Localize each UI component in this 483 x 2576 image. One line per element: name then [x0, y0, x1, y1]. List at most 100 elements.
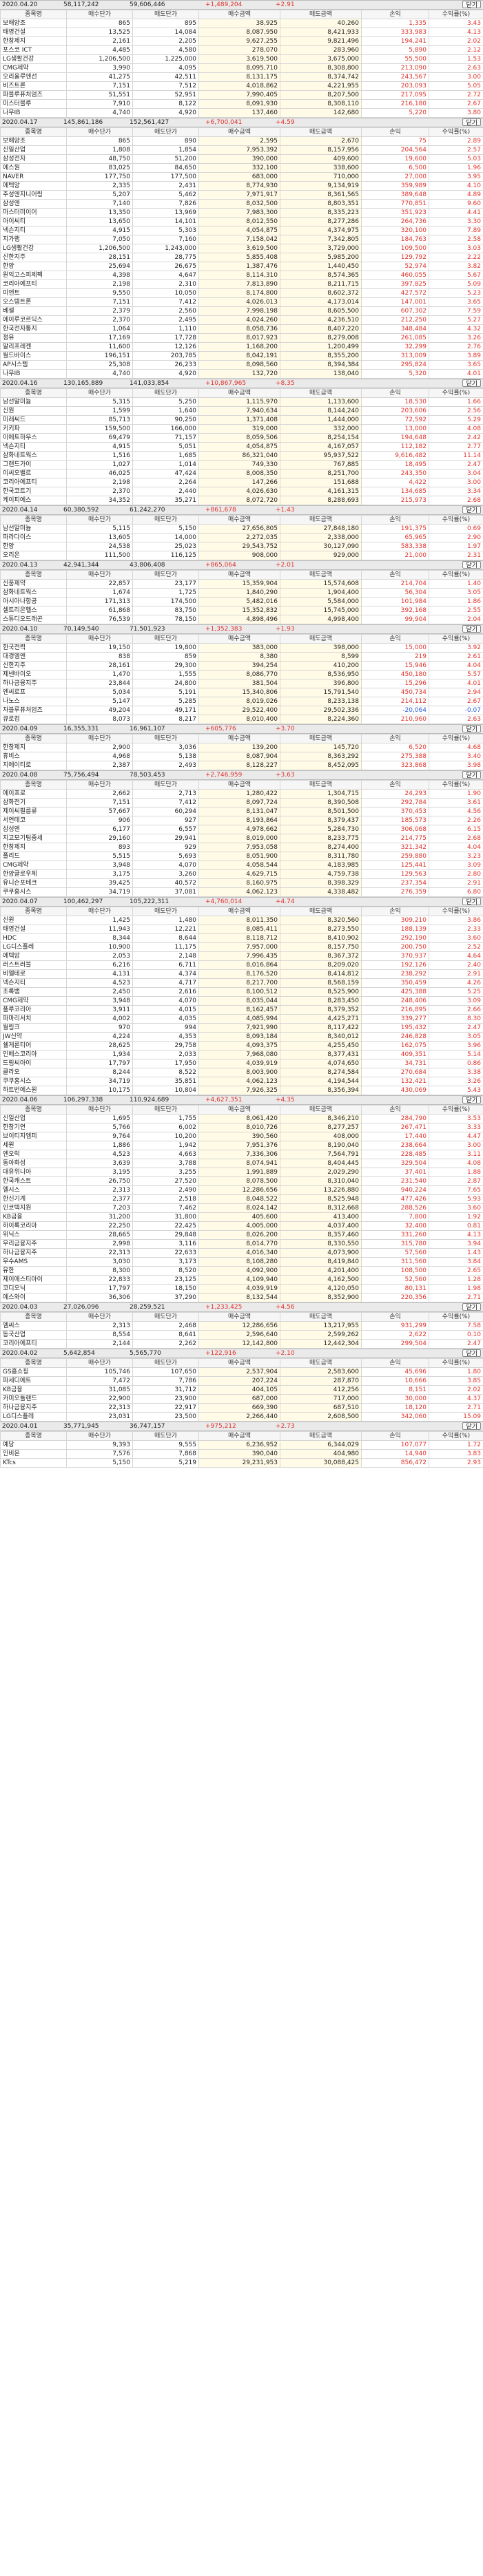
table-row[interactable]: 케이피에스 34,352 35,271 8,072,720 8,288,693 215,9… — [0, 496, 483, 505]
close-button[interactable]: 닫기 — [462, 1349, 481, 1358]
table-row[interactable]: 쿠쿠홈시스 34,719 37,081 4,062,123 4,338,482 276,3… — [0, 887, 483, 897]
table-row[interactable]: LG디스플레 10,900 11,175 7,957,000 8,157,750 200,… — [0, 942, 483, 952]
table-row[interactable]: LG디스플레 23,031 23,500 2,266,440 2,608,500 342,… — [0, 1412, 483, 1422]
table-row[interactable]: 월드바이스 196,151 203,785 8,042,191 8,355,200 313… — [0, 351, 483, 361]
table-row[interactable]: 인비온 7,576 7,868 390,040 404,980 14,940 3.83 — [0, 1449, 483, 1459]
table-row[interactable]: 우리금융지주 2,998 3,116 8,014,770 8,330,550 315,78… — [0, 1239, 483, 1249]
table-row[interactable]: 한양 24,538 25,023 29,543,752 30,127,090 583,33… — [0, 542, 483, 551]
close-button[interactable]: 닫기 — [462, 118, 481, 127]
table-row[interactable]: 지가랩 7,050 7,160 7,158,042 7,342,805 184,763 2.… — [0, 235, 483, 244]
table-row[interactable]: 알리프레젠 11,600 12,126 1,168,200 1,200,499 32,29… — [0, 342, 483, 352]
table-row[interactable]: 그랜드가이 1,027 1,014 749,330 767,885 18,495 2.47 — [0, 460, 483, 469]
table-row[interactable]: 인베스코리아 1,934 2,033 7,968,080 8,377,431 409,35… — [0, 1050, 483, 1059]
table-row[interactable]: 유니슨포테크 39,425 40,572 8,160,975 8,398,329 237,… — [0, 878, 483, 888]
table-row[interactable]: 엘시스 2,313 2,490 12,286,656 13,226,880 940,224… — [0, 1185, 483, 1195]
table-row[interactable]: 신원 1,599 1,640 7,940,634 8,144,240 203,606 2.5… — [0, 406, 483, 416]
table-row[interactable]: 엔오럭 4,523 4,663 7,336,306 7,564,791 228,485 3.… — [0, 1150, 483, 1159]
table-row[interactable]: 쿠쿠홈시스 34,719 35,851 4,062,123 4,194,544 132,4… — [0, 1077, 483, 1086]
table-row[interactable]: 코리아에프티 2,198 2,264 147,266 151,688 4,422 3.00 — [0, 478, 483, 487]
table-row[interactable]: 큐로컴 8,073 8,217 8,010,400 8,224,360 210,960 2.… — [0, 715, 483, 724]
table-row[interactable]: 엔씨로프 5,034 5,191 15,340,806 15,791,540 450,73… — [0, 688, 483, 697]
table-row[interactable]: 오리올루엔선 41,275 42,511 8,131,175 8,374,742 243,… — [0, 72, 483, 82]
table-row[interactable]: 제이에스티아이 22,833 23,125 4,109,940 4,162,500 52,… — [0, 1275, 483, 1285]
close-button[interactable]: 닫기 — [462, 379, 481, 388]
table-row[interactable]: 브이티지엠피 9,764 10,200 390,560 408,000 17,440 4.4… — [0, 1132, 483, 1141]
table-row[interactable]: 주성엔지니어링 5,207 5,462 7,971,917 8,361,565 389,6… — [0, 190, 483, 200]
table-row[interactable]: 제이씨필름류 57,667 60,294 8,131,047 8,501,500 370,… — [0, 807, 483, 816]
table-row[interactable]: 베셀 2,379 2,560 7,998,198 8,605,500 607,302 7.5… — [0, 306, 483, 316]
table-row[interactable]: 지고모기팀중세 29,160 29,941 8,019,000 8,233,775 214… — [0, 834, 483, 843]
table-row[interactable]: 지에이티로 2,387 2,493 8,128,227 8,452,095 323,868… — [0, 761, 483, 770]
table-row[interactable]: 넥슨지티 4,523 4,717 8,217,700 8,568,159 350,459 4… — [0, 978, 483, 988]
table-row[interactable]: 휴비스 4,968 5,138 8,087,904 8,363,292 275,388 3.… — [0, 752, 483, 761]
close-button[interactable]: 닫기 — [462, 898, 481, 906]
table-row[interactable]: 월링크 970 994 7,921,990 8,117,422 195,432 2.47 — [0, 1023, 483, 1033]
table-row[interactable]: 신풍제약 22,857 23,177 15,359,904 15,574,608 214,… — [0, 579, 483, 589]
table-row[interactable]: HDC 8,344 8,644 8,118,712 8,410,902 292,190 3.… — [0, 933, 483, 943]
table-row[interactable]: 한신기계 2,377 2,518 8,048,522 8,525,948 477,426 5… — [0, 1194, 483, 1204]
table-row[interactable]: 한창제지 2,161 2,205 9,627,255 9,821,496 194,241 2… — [0, 36, 483, 46]
table-row[interactable]: 비즈트론 7,151 7,512 4,018,862 4,221,955 203,093 5… — [0, 81, 483, 91]
table-row[interactable]: 카미오틀랜드 22,900 23,900 687,000 717,000 30,000 4.… — [0, 1394, 483, 1404]
table-row[interactable]: 삼화전기 7,151 7,412 8,097,724 8,390,508 292,784 3… — [0, 798, 483, 807]
table-row[interactable]: 우수AMS 3,030 3,173 8,108,280 8,419,840 311,560… — [0, 1257, 483, 1267]
table-row[interactable]: 서연테코 906 927 8,193,864 8,379,437 185,573 2.26 — [0, 816, 483, 825]
table-row[interactable]: 나우IB 4,740 4,920 137,460 142,680 5,220 3.80 — [0, 108, 483, 118]
table-row[interactable]: 파블루퓨처엄즈 51,551 52,951 7,990,405 8,207,500 217… — [0, 90, 483, 100]
table-row[interactable]: 인코텍지원 7,203 7,462 8,024,142 8,312,668 288,526… — [0, 1203, 483, 1213]
table-row[interactable]: 하나금융지주 23,844 24,800 381,504 396,800 15,296 4.… — [0, 679, 483, 688]
table-row[interactable]: 클라오 8,244 8,522 8,003,900 8,274,584 270,684 3.… — [0, 1068, 483, 1077]
table-row[interactable]: 나노스 5,147 5,285 8,019,026 8,233,138 214,112 2.… — [0, 697, 483, 706]
table-row[interactable]: 플루코리아 3,911 4,015 8,162,457 8,379,352 216,895… — [0, 1005, 483, 1015]
table-row[interactable]: 이에트하우스 69,479 71,157 8,059,506 8,254,154 194,… — [0, 433, 483, 443]
table-row[interactable]: 정유 17,169 17,728 8,017,923 8,279,008 261,085 3… — [0, 333, 483, 343]
table-row[interactable]: 에이루코르딕스 2,370 2,495 4,024,260 4,236,510 212,2… — [0, 315, 483, 325]
table-row[interactable]: KB금융 31,085 31,712 404,105 412,256 8,151 2.02 — [0, 1385, 483, 1395]
close-button[interactable]: 닫기 — [462, 725, 481, 733]
table-row[interactable]: 나우IB 4,740 4,920 132,720 138,040 5,320 4.01 — [0, 369, 483, 379]
table-row[interactable]: 신원 1,425 1,480 8,011,350 8,320,560 309,210 3.8… — [0, 916, 483, 925]
table-row[interactable]: CMG제약 3,948 4,070 4,058,544 4,183,985 125,441… — [0, 861, 483, 870]
table-row[interactable]: 예당 9,393 9,555 6,236,952 6,344,029 107,077 1.7… — [0, 1440, 483, 1450]
close-button[interactable]: 닫기 — [462, 561, 481, 569]
table-row[interactable]: KB금융 31,200 31,800 405,600 413,400 7,800 1.92 — [0, 1212, 483, 1222]
table-row[interactable]: 코디오닉 17,797 18,150 4,039,919 4,120,050 80,131… — [0, 1284, 483, 1294]
table-row[interactable]: 한창기연 5,766 6,002 8,010,726 8,277,257 267,471 3… — [0, 1123, 483, 1132]
table-row[interactable]: 남선알미늄 5,315 5,250 1,115,970 1,133,600 18,530 1… — [0, 397, 483, 407]
table-row[interactable]: 넥슨지티 4,915 5,051 4,054,875 4,167,057 112,182 2… — [0, 442, 483, 452]
table-row[interactable]: 하나금융지주 22,313 22,633 4,016,340 4,073,900 57,5… — [0, 1248, 483, 1258]
table-row[interactable]: 삼화네트웍스 1,516 1,685 86,321,040 95,937,522 9,61… — [0, 451, 483, 461]
table-row[interactable]: 한창제지 893 929 7,953,058 8,274,400 321,342 4.04 — [0, 843, 483, 852]
table-row[interactable]: 초록뱀 2,450 2,616 8,100,512 8,525,900 425,388 5.… — [0, 987, 483, 997]
table-row[interactable]: 세원 1,886 1,942 7,951,376 8,190,040 238,664 3.0… — [0, 1141, 483, 1150]
table-row[interactable]: 보해양조 865 895 38,925 40,260 1,335 3.43 — [0, 19, 483, 28]
table-row[interactable]: 한창제지 2,900 3,036 139,200 145,720 6,520 4.68 — [0, 743, 483, 752]
table-row[interactable]: 한국캐스트 26,750 27,520 8,078,500 8,310,040 231,5… — [0, 1176, 483, 1186]
table-row[interactable]: 보해양조 865 890 2,595 2,670 75 2.89 — [0, 136, 483, 146]
table-row[interactable]: 동국산업 8,554 8,641 2,596,640 2,599,262 2,622 0.1… — [0, 1330, 483, 1340]
table-row[interactable]: 한양글로우체 3,175 3,260 4,629,715 4,759,738 129,56… — [0, 869, 483, 879]
table-row[interactable]: 이씨오밸르 46,025 47,424 8,008,350 8,251,700 243,3… — [0, 469, 483, 478]
table-row[interactable]: 셀트리온헬스 61,868 83,750 15,352,832 15,745,000 39… — [0, 606, 483, 615]
table-row[interactable]: 에텍앙 2,053 2,148 7,996,435 8,367,372 370,937 4.… — [0, 951, 483, 961]
table-row[interactable]: 신일산업 1,695 1,755 8,061,420 8,346,210 284,790 3… — [0, 1114, 483, 1123]
table-row[interactable]: 에스와이 36,306 37,290 8,132,544 8,352,900 220,35… — [0, 1293, 483, 1302]
table-row[interactable]: 파라다이스 13,605 14,000 2,272,035 2,338,000 65,96… — [0, 533, 483, 542]
table-row[interactable]: 한국전자통지 1,064 1,110 8,058,736 8,407,220 348,48… — [0, 324, 483, 334]
table-row[interactable]: 한양 25,694 26,675 1,387,476 1,440,450 52,974 3.… — [0, 262, 483, 271]
close-button[interactable]: 닫기 — [462, 1096, 481, 1104]
table-row[interactable]: 아시아나항공 171,313 174,500 5,482,016 5,584,000 10… — [0, 597, 483, 606]
table-row[interactable]: 넥슨지티 4,915 5,303 4,054,875 4,374,975 320,100 7… — [0, 226, 483, 235]
table-row[interactable]: 오리온 111,500 116,125 908,000 929,000 21,000 2.3… — [0, 551, 483, 560]
table-row[interactable]: 키키파 159,500 166,000 319,000 332,000 13,000 4.0… — [0, 424, 483, 434]
close-button[interactable]: 닫기 — [462, 625, 481, 633]
table-row[interactable]: 코리아에프티 2,144 2,262 12,142,800 12,442,304 299,… — [0, 1339, 483, 1349]
table-row[interactable]: 파마리서치 4,002 4,035 4,085,994 4,425,271 339,277… — [0, 1014, 483, 1024]
table-row[interactable]: 삼화네트웍스 1,674 1,725 1,840,290 1,904,400 56,304… — [0, 588, 483, 598]
table-row[interactable]: 태영건설 11,943 12,221 8,085,411 8,273,550 188,13… — [0, 925, 483, 934]
table-row[interactable]: 드림씨아이 17,797 17,950 4,039,919 4,074,650 34,73… — [0, 1059, 483, 1068]
table-row[interactable]: 아이씨티 13,650 14,101 8,012,550 8,277,286 264,73… — [0, 217, 483, 226]
close-button[interactable]: 닫기 — [462, 771, 481, 779]
table-row[interactable]: 파세디에트 7,472 7,786 207,224 287,870 10,666 3.85 — [0, 1376, 483, 1386]
close-button[interactable]: 닫기 — [462, 1, 481, 9]
